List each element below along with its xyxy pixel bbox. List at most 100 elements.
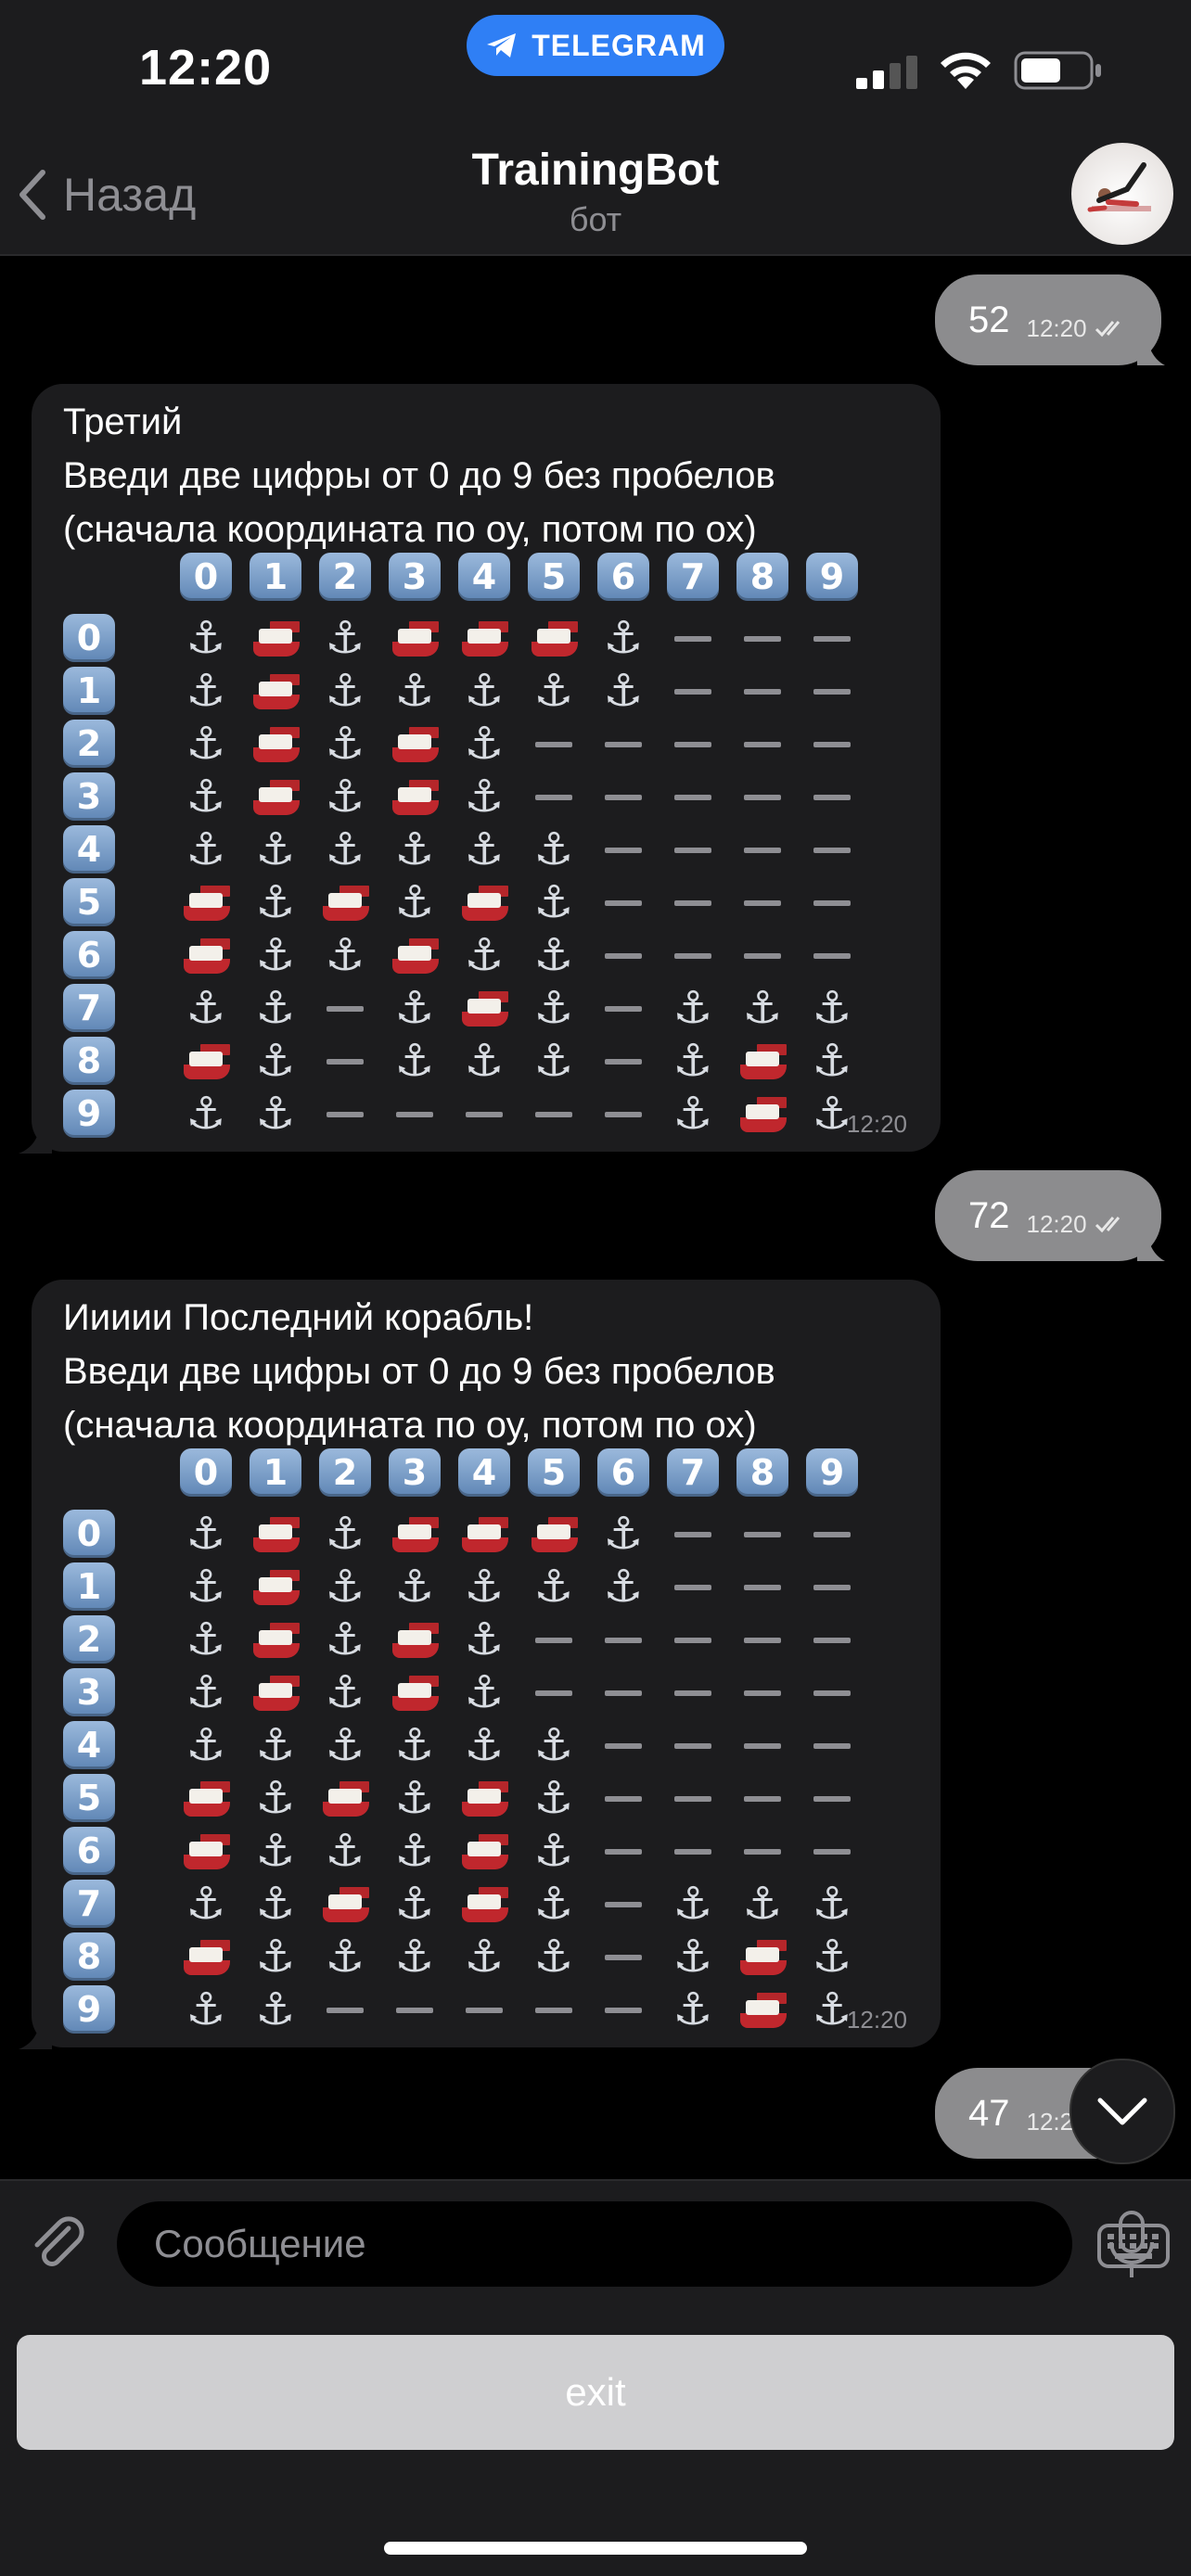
anchor-icon: ⚓: [812, 982, 852, 1034]
row-header-keycap: 7: [63, 984, 115, 1032]
anchor-icon: ⚓: [186, 1613, 226, 1665]
anchor-icon: ⚓: [325, 718, 365, 770]
dash-icon: [317, 982, 373, 1034]
message-text: 72: [968, 1194, 1010, 1236]
ship-icon: [387, 718, 442, 770]
outgoing-message[interactable]: 52 12:20: [935, 274, 1161, 365]
ship-icon: [456, 1508, 512, 1560]
dash-icon: [804, 823, 860, 875]
row-header-keycap: 9: [63, 1090, 115, 1138]
dash-icon: [596, 1613, 651, 1665]
ship-icon: [248, 612, 303, 664]
ship-icon: [248, 1613, 303, 1665]
avatar-image: [1087, 162, 1151, 212]
row-header-keycap: 9: [63, 1985, 115, 2034]
ship-icon: [387, 1613, 442, 1665]
anchor-icon: ⚓: [533, 665, 574, 717]
row-header-keycap: 6: [63, 931, 115, 979]
dash-icon: [665, 1772, 721, 1824]
ship-icon: [317, 1772, 373, 1824]
scroll-down-button[interactable]: [1069, 2059, 1175, 2164]
ship-icon: [456, 612, 512, 664]
anchor-icon: ⚓: [464, 1561, 505, 1613]
dash-icon: [804, 929, 860, 981]
anchor-icon: ⚓: [325, 1719, 365, 1771]
dash-icon: [596, 1719, 651, 1771]
column-header-keycap: 8: [736, 1448, 788, 1497]
dash-icon: [804, 1719, 860, 1771]
ship-icon: [248, 1508, 303, 1560]
anchor-icon: ⚓: [255, 982, 296, 1034]
anchor-icon: ⚓: [464, 1931, 505, 1983]
dash-icon: [596, 823, 651, 875]
dash-icon: [665, 823, 721, 875]
dash-icon: [665, 1508, 721, 1560]
anchor-icon: ⚓: [464, 1719, 505, 1771]
composer-bar: Сообщение: [0, 2179, 1191, 2306]
message-input[interactable]: Сообщение: [117, 2201, 1170, 2287]
incoming-message[interactable]: Третий Введи две цифры от 0 до 9 без про…: [32, 384, 941, 1152]
message-time: 12:20: [846, 2006, 907, 2034]
dash-icon: [317, 1983, 373, 2035]
dash-icon: [526, 1088, 582, 1140]
dash-icon: [804, 876, 860, 928]
incoming-message[interactable]: Иииии Последний корабль! Введи две цифры…: [32, 1280, 941, 2047]
dash-icon: [526, 1666, 582, 1718]
anchor-icon: ⚓: [672, 1088, 713, 1140]
microphone-icon[interactable]: [1104, 2211, 1159, 2281]
anchor-icon: ⚓: [186, 1719, 226, 1771]
anchor-icon: ⚓: [255, 1878, 296, 1930]
anchor-icon: ⚓: [255, 876, 296, 928]
ship-icon: [387, 1508, 442, 1560]
avatar[interactable]: [1071, 143, 1173, 245]
anchor-icon: ⚓: [394, 1772, 435, 1824]
telegram-plane-icon: [487, 33, 517, 57]
chat-title[interactable]: TrainingBot: [0, 145, 1191, 196]
row-header-keycap: 1: [63, 1562, 115, 1611]
dash-icon: [735, 1666, 790, 1718]
ship-icon: [456, 982, 512, 1034]
dash-icon: [387, 1088, 442, 1140]
dash-icon: [596, 929, 651, 981]
anchor-icon: ⚓: [186, 718, 226, 770]
chevron-down-icon: [1097, 2098, 1147, 2125]
dash-icon: [596, 1772, 651, 1824]
telegram-pill[interactable]: TELEGRAM: [467, 15, 724, 76]
ship-icon: [248, 665, 303, 717]
anchor-icon: ⚓: [812, 1035, 852, 1087]
double-check-icon: [1095, 321, 1120, 338]
anchor-icon: ⚓: [464, 1035, 505, 1087]
column-header-keycap: 2: [319, 1448, 371, 1497]
message-time: 12:2: [1026, 2107, 1074, 2136]
anchor-icon: ⚓: [464, 718, 505, 770]
message-meta: 12:20: [1027, 1210, 1132, 1239]
dash-icon: [665, 1825, 721, 1877]
anchor-icon: ⚓: [255, 1035, 296, 1087]
column-header-keycap: 0: [180, 553, 232, 601]
bot-keyboard: exit: [0, 2304, 1191, 2576]
anchor-icon: ⚓: [186, 665, 226, 717]
exit-button[interactable]: exit: [17, 2335, 1174, 2450]
message-meta: 12:2: [1027, 2108, 1074, 2136]
anchor-icon: ⚓: [672, 1983, 713, 2035]
anchor-icon: ⚓: [672, 982, 713, 1034]
anchor-icon: ⚓: [533, 1561, 574, 1613]
column-header-keycap: 4: [458, 1448, 510, 1497]
anchor-icon: ⚓: [325, 1561, 365, 1613]
message-input-placeholder: Сообщение: [154, 2222, 366, 2265]
ship-icon: [178, 1035, 234, 1087]
message-text: Третий Введи две цифры от 0 до 9 без про…: [63, 402, 775, 550]
dash-icon: [387, 1983, 442, 2035]
status-bar: 12:20 TELEGRAM: [0, 0, 1191, 139]
anchor-icon: ⚓: [325, 823, 365, 875]
dash-icon: [596, 1825, 651, 1877]
row-header-keycap: 7: [63, 1880, 115, 1928]
ship-icon: [178, 1825, 234, 1877]
ship-icon: [178, 929, 234, 981]
column-header-keycap: 7: [667, 553, 719, 601]
dash-icon: [735, 1561, 790, 1613]
paperclip-icon[interactable]: [26, 2212, 91, 2276]
anchor-icon: ⚓: [394, 876, 435, 928]
row-header-keycap: 0: [63, 614, 115, 662]
outgoing-message[interactable]: 72 12:20: [935, 1170, 1161, 1261]
